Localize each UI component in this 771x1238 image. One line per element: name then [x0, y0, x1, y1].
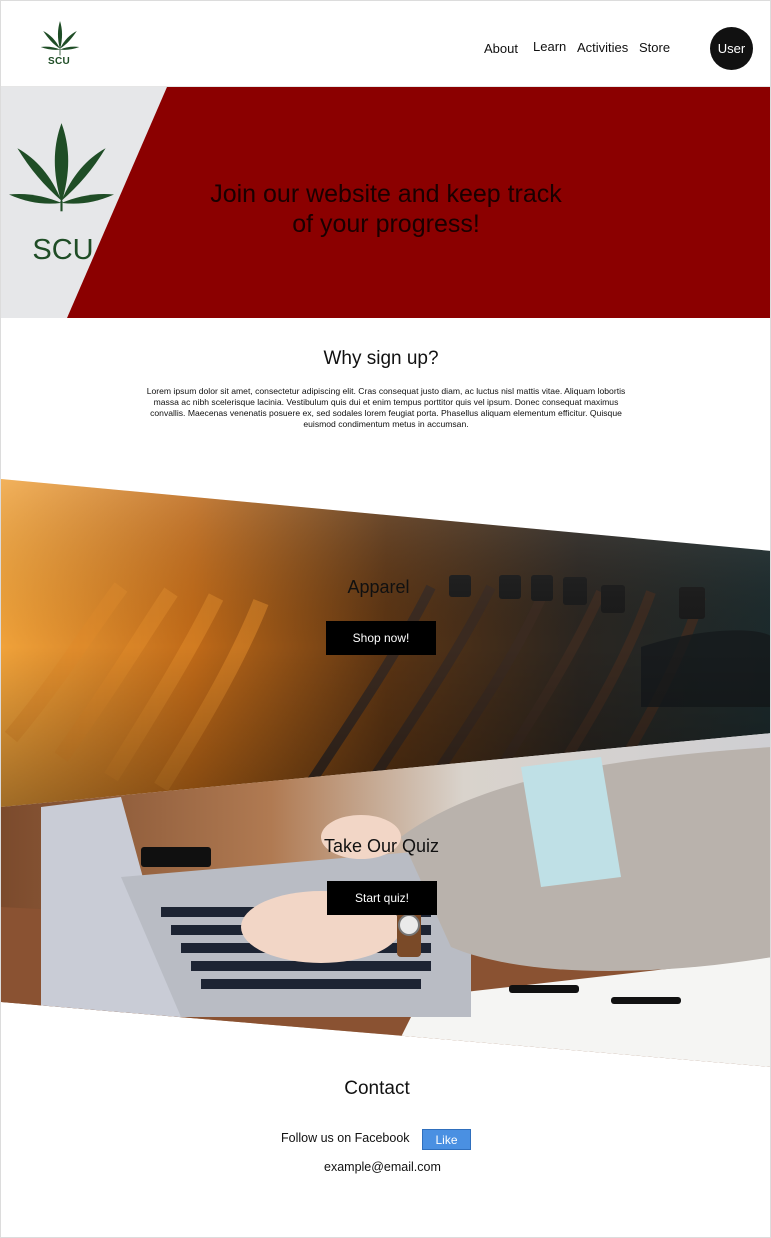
logo-text: SCU [48, 56, 71, 67]
why-signup-body: Lorem ipsum dolor sit amet, consectetur … [146, 386, 626, 429]
nav-learn[interactable]: Learn [533, 39, 566, 54]
nav-store[interactable]: Store [639, 40, 670, 55]
shop-now-button[interactable]: Shop now! [326, 621, 436, 655]
cannabis-leaf-icon [40, 20, 80, 56]
contact-title: Contact [344, 1078, 410, 1099]
top-navbar: SCU About Learn Activities Store User [1, 1, 770, 87]
hero-banner: SCU Join our website and keep track of y… [1, 87, 770, 318]
user-button[interactable]: User [710, 27, 753, 70]
facebook-like-button[interactable]: Like [422, 1129, 471, 1150]
start-quiz-button[interactable]: Start quiz! [327, 881, 437, 915]
contact-email[interactable]: example@email.com [324, 1160, 441, 1174]
quiz-title: Take Our Quiz [323, 836, 440, 856]
why-signup-title: Why sign up? [323, 348, 439, 369]
nav-activities[interactable]: Activities [577, 40, 628, 55]
nav-about[interactable]: About [484, 41, 518, 56]
hero-title: Join our website and keep track of your … [210, 180, 562, 238]
facebook-follow-text: Follow us on Facebook [281, 1131, 410, 1145]
page: SCU About Learn Activities Store User SC… [0, 0, 771, 1238]
bands-graphic [1, 479, 770, 1067]
feature-bands: Apparel Shop now! Take Our Quiz Start qu… [1, 477, 770, 1077]
hero-logo-text: SCU [32, 234, 93, 266]
apparel-title: Apparel [347, 577, 410, 597]
